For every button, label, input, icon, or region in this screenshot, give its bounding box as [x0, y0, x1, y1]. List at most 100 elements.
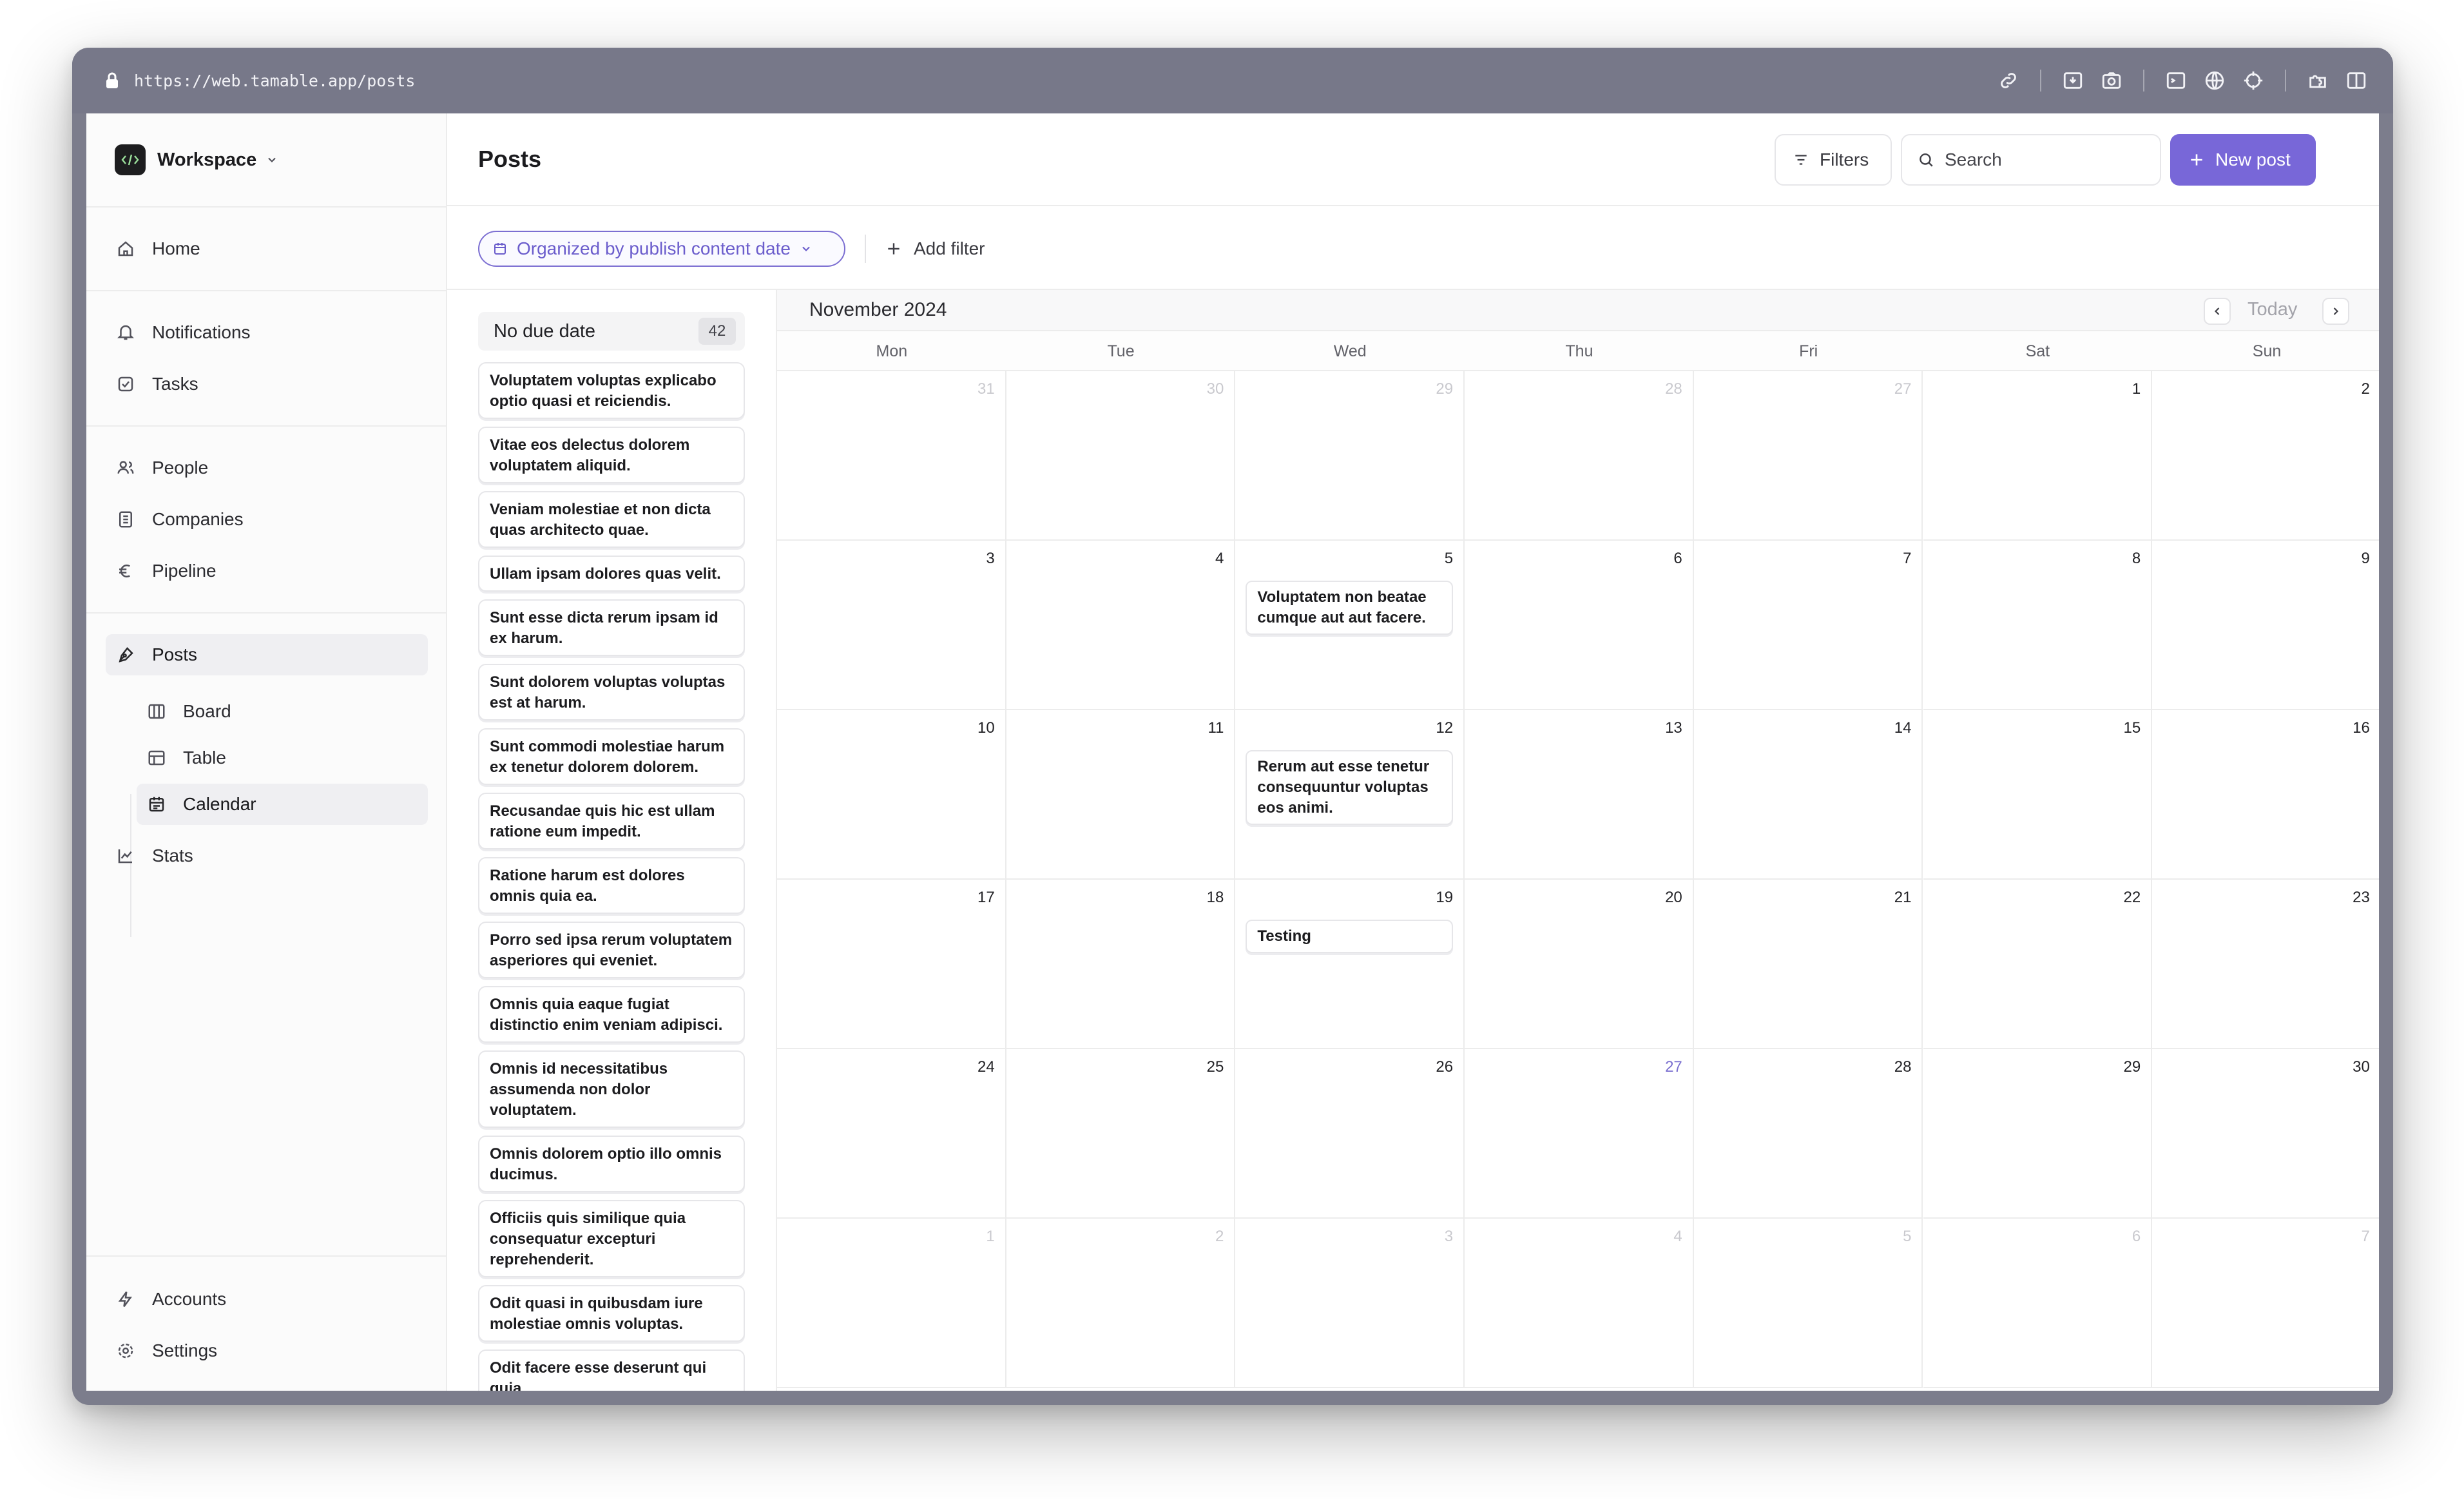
add-filter-button[interactable]: Add filter [885, 231, 985, 267]
day-cell[interactable]: 13 [1465, 710, 1694, 880]
address-bar[interactable]: https://web.tamable.app/posts [134, 72, 1997, 90]
day-cell[interactable]: 12 Rerum aut esse tenetur consequuntur vo… [1235, 710, 1465, 880]
post-card[interactable]: Officiis quis similique quia consequatur… [478, 1200, 745, 1277]
calendar-event[interactable]: Testing [1246, 920, 1454, 953]
day-cell[interactable]: 24 [777, 1049, 1006, 1219]
sidebar-item-accounts[interactable]: Accounts [106, 1279, 428, 1320]
sidebar-item-label: Accounts [152, 1289, 227, 1309]
day-cell[interactable]: 23 [2152, 880, 2379, 1049]
day-cell[interactable]: 31 [777, 371, 1006, 541]
day-cell[interactable]: 30 [1006, 371, 1236, 541]
day-cell[interactable]: 7 [1693, 541, 1923, 710]
sidebar-item-notifications[interactable]: Notifications [106, 312, 428, 353]
day-cell[interactable]: 7 [2152, 1219, 2379, 1388]
day-cell[interactable]: 6 [1465, 541, 1694, 710]
crosshair-icon[interactable] [2242, 70, 2264, 92]
post-card[interactable]: Recusandae quis hic est ullam ratione eu… [478, 793, 745, 849]
day-cell[interactable]: 26 [1235, 1049, 1465, 1219]
day-cell[interactable]: 1 [777, 1219, 1006, 1388]
extensions-icon[interactable] [2307, 70, 2329, 92]
post-card[interactable]: Vitae eos delectus dolorem voluptatem al… [478, 427, 745, 483]
day-cell[interactable]: 28 [1693, 1049, 1923, 1219]
day-cell[interactable]: 5 Voluptatem non beatae cumque aut aut fa… [1235, 541, 1465, 710]
day-cell[interactable]: 3 [1235, 1219, 1465, 1388]
search-input[interactable]: Search [1901, 134, 2161, 186]
day-number: 12 [1436, 719, 1454, 737]
post-card[interactable]: Veniam molestiae et non dicta quas archi… [478, 491, 745, 548]
post-card[interactable]: Porro sed ipsa rerum voluptatem asperior… [478, 922, 745, 978]
sidebar-item-posts[interactable]: Posts [106, 634, 428, 675]
post-card[interactable]: Ullam ipsam dolores quas velit. [478, 556, 745, 592]
day-cell[interactable]: 10 [777, 710, 1006, 880]
day-cell[interactable]: 14 [1693, 710, 1923, 880]
day-cell[interactable]: 28 [1465, 371, 1694, 541]
today-button[interactable]: Today [2247, 299, 2297, 320]
download-icon[interactable] [2062, 70, 2084, 92]
day-cell[interactable]: 20 [1465, 880, 1694, 1049]
day-cell[interactable]: 1 [1923, 371, 2153, 541]
sidebar-item-companies[interactable]: Companies [106, 499, 428, 540]
post-card[interactable]: Omnis dolorem optio illo omnis ducimus. [478, 1136, 745, 1192]
day-number: 7 [1903, 550, 1912, 567]
day-cell[interactable]: 16 [2152, 710, 2379, 880]
day-cell[interactable]: 19 Testing [1235, 880, 1465, 1049]
pen-nib-icon [119, 647, 133, 662]
calendar-event[interactable]: Voluptatem non beatae cumque aut aut fac… [1246, 581, 1454, 635]
day-cell[interactable]: 6 [1923, 1219, 2153, 1388]
day-cell[interactable]: 2 [2152, 371, 2379, 541]
day-cell[interactable]: 27 [1465, 1049, 1694, 1219]
globe-icon[interactable] [2204, 70, 2226, 92]
day-number: 2 [1215, 1228, 1224, 1245]
post-card[interactable]: Sunt esse dicta rerum ipsam id ex harum. [478, 599, 745, 656]
sidebar-item-stats[interactable]: Stats [106, 835, 428, 876]
post-card[interactable]: Ratione harum est dolores omnis quia ea. [478, 857, 745, 914]
camera-icon[interactable] [2101, 70, 2122, 92]
post-card[interactable]: Sunt commodi molestiae harum ex tenetur … [478, 728, 745, 785]
sidebar-item-people[interactable]: People [106, 447, 428, 488]
post-card[interactable]: Sunt dolorem voluptas voluptas est at ha… [478, 664, 745, 720]
day-cell[interactable]: 22 [1923, 880, 2153, 1049]
day-cell[interactable]: 2 [1006, 1219, 1236, 1388]
filters-button[interactable]: Filters [1775, 134, 1892, 186]
day-cell[interactable]: 29 [1923, 1049, 2153, 1219]
previous-month-button[interactable] [2204, 298, 2231, 325]
sidebar-item-table[interactable]: Table [137, 737, 428, 779]
day-cell[interactable]: 8 [1923, 541, 2153, 710]
post-card[interactable]: Voluptatem voluptas explicabo optio quas… [478, 362, 745, 419]
sidebar-item-pipeline[interactable]: Pipeline [106, 550, 428, 592]
day-cell[interactable]: 4 [1006, 541, 1236, 710]
day-cell[interactable]: 30 [2152, 1049, 2379, 1219]
post-card[interactable]: Omnis id necessitatibus assumenda non do… [478, 1050, 745, 1128]
day-cell[interactable]: 25 [1006, 1049, 1236, 1219]
day-cell[interactable]: 29 [1235, 371, 1465, 541]
organize-by-dropdown[interactable]: Organized by publish content date [478, 231, 845, 267]
day-cell[interactable]: 5 [1693, 1219, 1923, 1388]
day-cell[interactable]: 4 [1465, 1219, 1694, 1388]
post-card[interactable]: Omnis quia eaque fugiat distinctio enim … [478, 986, 745, 1043]
sidebar-item-board[interactable]: Board [137, 691, 428, 732]
post-card[interactable]: Odit quasi in quibusdam iure molestiae o… [478, 1285, 745, 1342]
link-icon[interactable] [1997, 70, 2019, 92]
sidebar-item-calendar[interactable]: Calendar [137, 784, 428, 825]
day-cell[interactable]: 15 [1923, 710, 2153, 880]
day-cell[interactable]: 11 [1006, 710, 1236, 880]
day-cell[interactable]: 27 [1693, 371, 1923, 541]
day-cell[interactable]: 17 [777, 880, 1006, 1049]
day-cell[interactable]: 9 [2152, 541, 2379, 710]
day-cell[interactable]: 3 [777, 541, 1006, 710]
calendar-event[interactable]: Rerum aut esse tenetur consequuntur volu… [1246, 750, 1454, 825]
new-post-button[interactable]: New post [2170, 134, 2316, 186]
sidebar-toggle-icon[interactable] [2345, 70, 2367, 92]
day-cell[interactable]: 18 [1006, 880, 1236, 1049]
post-card[interactable]: Odit facere esse deserunt qui quia. [478, 1349, 745, 1391]
calendar: November 2024 Today Mon Tue Wed Thu Fri Sat Su… [777, 290, 2379, 1391]
terminal-icon[interactable] [2165, 70, 2187, 92]
calendar-icon [149, 797, 164, 812]
sidebar-item-home[interactable]: Home [106, 228, 428, 269]
sidebar-item-tasks[interactable]: Tasks [106, 363, 428, 405]
day-cell[interactable]: 21 [1693, 880, 1923, 1049]
workspace-switcher[interactable]: Workspace [115, 142, 278, 178]
next-month-button[interactable] [2322, 298, 2349, 325]
day-number: 20 [1665, 889, 1682, 906]
sidebar-item-settings[interactable]: Settings [106, 1330, 428, 1371]
